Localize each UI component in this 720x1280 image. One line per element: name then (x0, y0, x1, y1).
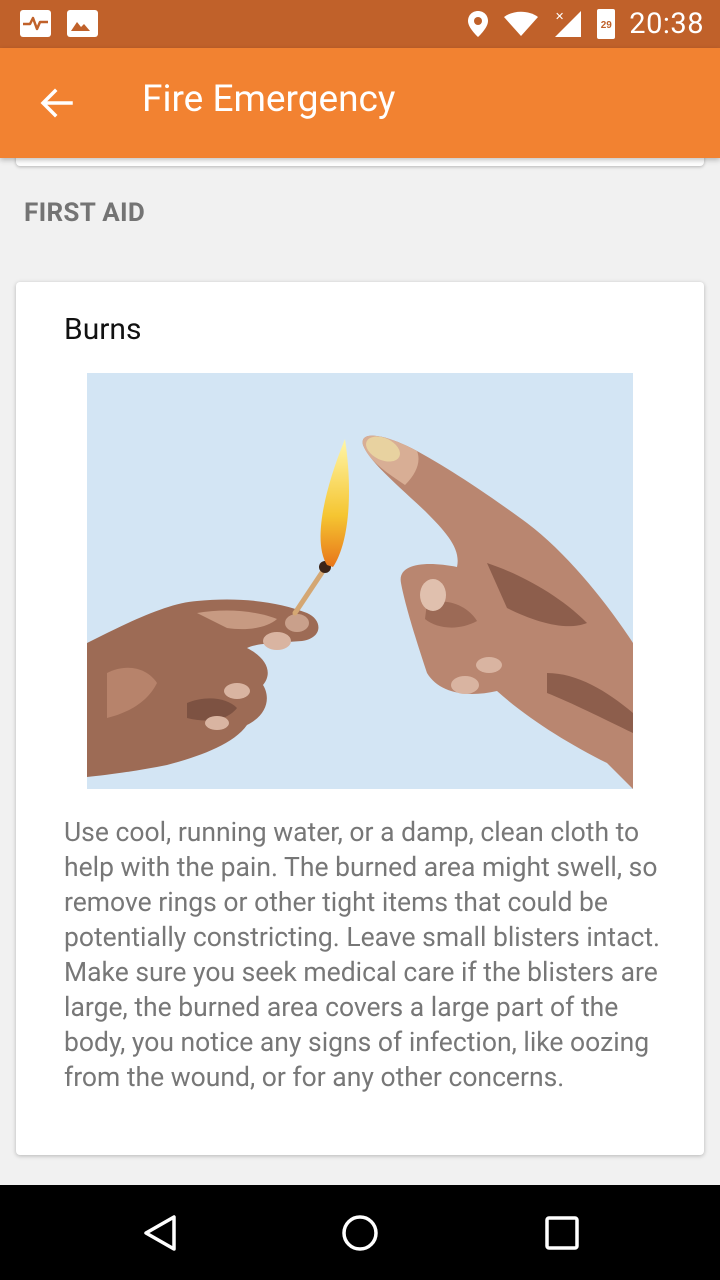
first-aid-card: Burns Use cool, running water, or a damp… (16, 282, 704, 1155)
status-bar: ✕ 29 20:38 (0, 0, 720, 48)
activity-monitor-icon (20, 10, 51, 37)
image-icon (67, 10, 98, 37)
battery-icon: 29 (597, 9, 616, 39)
wifi-icon (504, 11, 539, 36)
burns-illustration (87, 373, 633, 789)
card-title: Burns (64, 312, 142, 347)
nav-back-button[interactable] (130, 1205, 190, 1261)
navigation-bar (0, 1185, 720, 1280)
previous-card (16, 158, 704, 166)
app-bar: Fire Emergency (0, 48, 720, 158)
battery-level: 29 (600, 20, 612, 31)
nav-recents-button[interactable] (532, 1205, 592, 1261)
back-triangle-icon (144, 1215, 176, 1251)
back-button[interactable] (26, 73, 86, 133)
home-circle-icon (342, 1215, 378, 1251)
svg-text:✕: ✕ (555, 11, 564, 23)
location-icon (468, 11, 489, 37)
section-header: FIRST AID (24, 198, 146, 228)
cell-signal-icon: ✕ (555, 11, 582, 37)
content-scroll[interactable]: FIRST AID Burns Use cool, running water,… (0, 158, 720, 1185)
recents-square-icon (545, 1216, 579, 1250)
page-title: Fire Emergency (142, 78, 396, 121)
clock: 20:38 (629, 7, 704, 41)
nav-home-button[interactable] (330, 1205, 390, 1261)
card-body-text: Use cool, running water, or a damp, clea… (64, 817, 661, 1093)
arrow-left-icon (40, 88, 73, 118)
